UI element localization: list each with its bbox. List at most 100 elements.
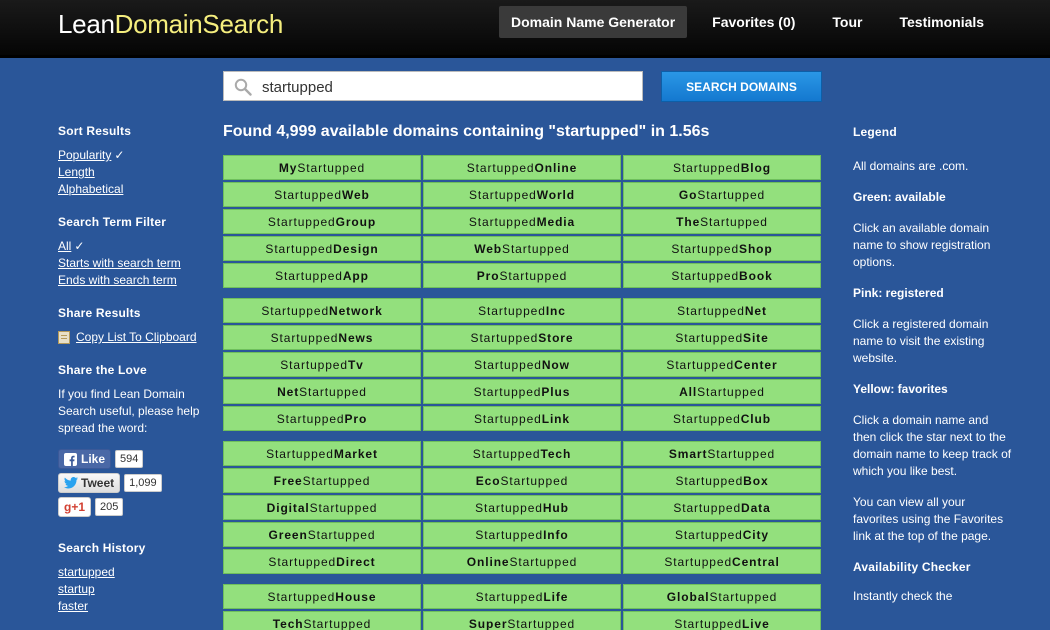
domain-result-cell[interactable]: All Startupped	[623, 379, 821, 404]
copy-list-to-clipboard-link[interactable]: Copy List To Clipboard	[76, 329, 197, 346]
domain-result-cell[interactable]: Startupped Group	[223, 209, 421, 234]
facebook-like-count: 594	[115, 450, 144, 468]
left-sidebar: Sort Results Popularity ✓ Length Alphabet…	[58, 124, 218, 615]
domain-result-cell[interactable]: Smart Startupped	[623, 441, 821, 466]
domain-term: Startupped	[267, 589, 336, 604]
nav-tour[interactable]: Tour	[820, 6, 874, 38]
nav-testimonials[interactable]: Testimonials	[888, 6, 997, 38]
social-buttons: Like 594 Tweet 1,099 g+1 205	[58, 449, 218, 517]
domain-result-cell[interactable]: Startupped Tech	[423, 441, 621, 466]
domain-result-cell[interactable]: Net Startupped	[223, 379, 421, 404]
domain-result-cell[interactable]: Tech Startupped	[223, 611, 421, 630]
domain-result-cell[interactable]: Startupped Life	[423, 584, 621, 609]
domain-result-cell[interactable]: Startupped Store	[423, 325, 621, 350]
nav-favorites[interactable]: Favorites (0)	[700, 6, 807, 38]
domain-term: Startupped	[302, 473, 371, 488]
domain-result-cell[interactable]: Startupped Now	[423, 352, 621, 377]
domain-result-cell[interactable]: The Startupped	[623, 209, 821, 234]
domain-keyword: App	[342, 268, 369, 283]
domain-result-cell[interactable]: Startupped Book	[623, 263, 821, 288]
domain-term: Startupped	[674, 616, 743, 630]
sort-length-link[interactable]: Length	[58, 164, 218, 181]
domain-result-cell[interactable]: Free Startupped	[223, 468, 421, 493]
filter-ends-with-link[interactable]: Ends with search term	[58, 272, 218, 289]
domain-result-cell[interactable]: Green Startupped	[223, 522, 421, 547]
domain-result-cell[interactable]: Startupped Pro	[223, 406, 421, 431]
search-term-filter-title: Search Term Filter	[58, 215, 167, 229]
domain-result-cell[interactable]: Go Startupped	[623, 182, 821, 207]
domain-result-cell[interactable]: Startupped Live	[623, 611, 821, 630]
domain-keyword: Network	[329, 303, 383, 318]
domain-result-cell[interactable]: Startupped Net	[623, 298, 821, 323]
sort-popularity-link[interactable]: Popularity	[58, 148, 111, 162]
domain-result-cell[interactable]: Startupped Center	[623, 352, 821, 377]
domain-result-cell[interactable]: Startupped Tv	[223, 352, 421, 377]
domain-result-cell[interactable]: Startupped Club	[623, 406, 821, 431]
domain-term: Startupped	[470, 330, 539, 345]
domain-result-cell[interactable]: Startupped Shop	[623, 236, 821, 261]
domain-result-cell[interactable]: Startupped City	[623, 522, 821, 547]
domain-keyword: Green	[268, 527, 308, 542]
domain-keyword: Link	[541, 411, 570, 426]
domain-term: Startupped	[507, 616, 576, 630]
search-input[interactable]	[262, 76, 632, 98]
domain-result-cell[interactable]: Startupped Hub	[423, 495, 621, 520]
domain-result-cell[interactable]: Super Startupped	[423, 611, 621, 630]
sort-alphabetical-link[interactable]: Alphabetical	[58, 181, 218, 198]
domain-result-cell[interactable]: Startupped Web	[223, 182, 421, 207]
legend-green-label: Green: available	[853, 190, 946, 204]
domain-result-cell[interactable]: Eco Startupped	[423, 468, 621, 493]
domain-result-cell[interactable]: Startupped Plus	[423, 379, 621, 404]
tweet-button[interactable]: Tweet	[58, 473, 121, 493]
domain-result-cell[interactable]: Startupped Inc	[423, 298, 621, 323]
filter-starts-with-link[interactable]: Starts with search term	[58, 255, 218, 272]
domain-result-cell[interactable]: Startupped World	[423, 182, 621, 207]
domain-result-cell[interactable]: Startupped Market	[223, 441, 421, 466]
site-logo[interactable]: LeanDomainSearch	[58, 9, 283, 40]
domain-result-cell[interactable]: Startupped Direct	[223, 549, 421, 574]
domain-result-cell[interactable]: Startupped Blog	[623, 155, 821, 180]
filter-all-link[interactable]: All	[58, 239, 71, 253]
share-the-love-title: Share the Love	[58, 363, 147, 377]
legend-sidebar: Legend All domains are .com. Green: avai…	[853, 124, 1013, 619]
domain-result-cell[interactable]: Startupped Site	[623, 325, 821, 350]
domain-result-cell[interactable]: Startupped Central	[623, 549, 821, 574]
history-item-startup[interactable]: startup	[58, 581, 218, 598]
domain-result-cell[interactable]: Startupped Network	[223, 298, 421, 323]
domain-keyword: Pro	[344, 411, 368, 426]
domain-result-cell[interactable]: Startupped House	[223, 584, 421, 609]
domain-term: Startupped	[266, 446, 334, 461]
domain-keyword: All	[679, 384, 698, 399]
search-domains-button[interactable]: SEARCH DOMAINS	[661, 71, 822, 102]
domain-term: Startupped	[700, 214, 768, 229]
domain-result-cell[interactable]: Startupped App	[223, 263, 421, 288]
domain-result-cell[interactable]: Startupped Media	[423, 209, 621, 234]
domain-keyword: Web	[341, 187, 370, 202]
domain-keyword: Web	[474, 241, 503, 256]
domain-result-cell[interactable]: Startupped News	[223, 325, 421, 350]
domain-result-cell[interactable]: Startupped Link	[423, 406, 621, 431]
domain-result-cell[interactable]: Startupped Design	[223, 236, 421, 261]
domain-result-cell[interactable]: Startupped Info	[423, 522, 621, 547]
domain-result-cell[interactable]: Startupped Data	[623, 495, 821, 520]
history-item-faster[interactable]: faster	[58, 598, 218, 615]
domain-keyword: Media	[536, 214, 576, 229]
domain-result-cell[interactable]: Global Startupped	[623, 584, 821, 609]
domain-keyword: Plus	[541, 384, 571, 399]
domain-result-cell[interactable]: Digital Startupped	[223, 495, 421, 520]
domain-result-cell[interactable]: Pro Startupped	[423, 263, 621, 288]
domain-term: Startupped	[499, 268, 568, 283]
domain-result-cell[interactable]: Startupped Online	[423, 155, 621, 180]
nav-domain-name-generator[interactable]: Domain Name Generator	[499, 6, 688, 38]
domain-result-cell[interactable]: Startupped Box	[623, 468, 821, 493]
domain-keyword: The	[676, 214, 701, 229]
google-plus-button[interactable]: g+1	[58, 497, 92, 517]
facebook-like-button[interactable]: Like	[58, 449, 112, 469]
history-item-startupped[interactable]: startupped	[58, 564, 218, 581]
legend-green-text: Click an available domain name to show r…	[853, 221, 991, 269]
domain-result-cell[interactable]: Online Startupped	[423, 549, 621, 574]
domain-result-cell[interactable]: Web Startupped	[423, 236, 621, 261]
domain-result-cell[interactable]: My Startupped	[223, 155, 421, 180]
legend-pink-text: Click a registered domain name to visit …	[853, 317, 989, 365]
domain-term: Startupped	[675, 527, 743, 542]
